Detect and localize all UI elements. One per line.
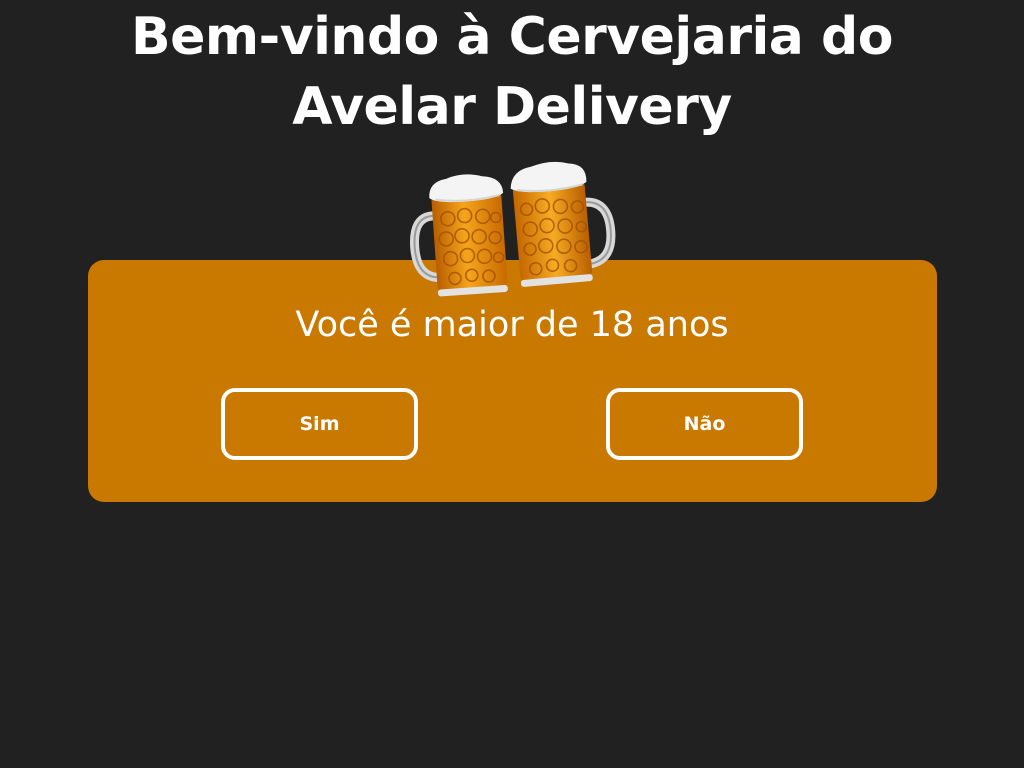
beer-mugs-icon — [410, 161, 616, 297]
left-mug — [410, 174, 508, 297]
age-verification-page: Bem-vindo à Cervejaria do Avelar Deliver… — [0, 0, 1024, 768]
page-title: Bem-vindo à Cervejaria do Avelar Deliver… — [0, 2, 1024, 142]
no-button[interactable]: Não — [606, 388, 803, 460]
page-title-line-1: Bem-vindo à Cervejaria do — [131, 7, 893, 67]
yes-button[interactable]: Sim — [221, 388, 418, 460]
right-mug — [510, 161, 616, 287]
age-question: Você é maior de 18 anos — [295, 305, 729, 345]
page-title-line-2: Avelar Delivery — [292, 77, 732, 137]
